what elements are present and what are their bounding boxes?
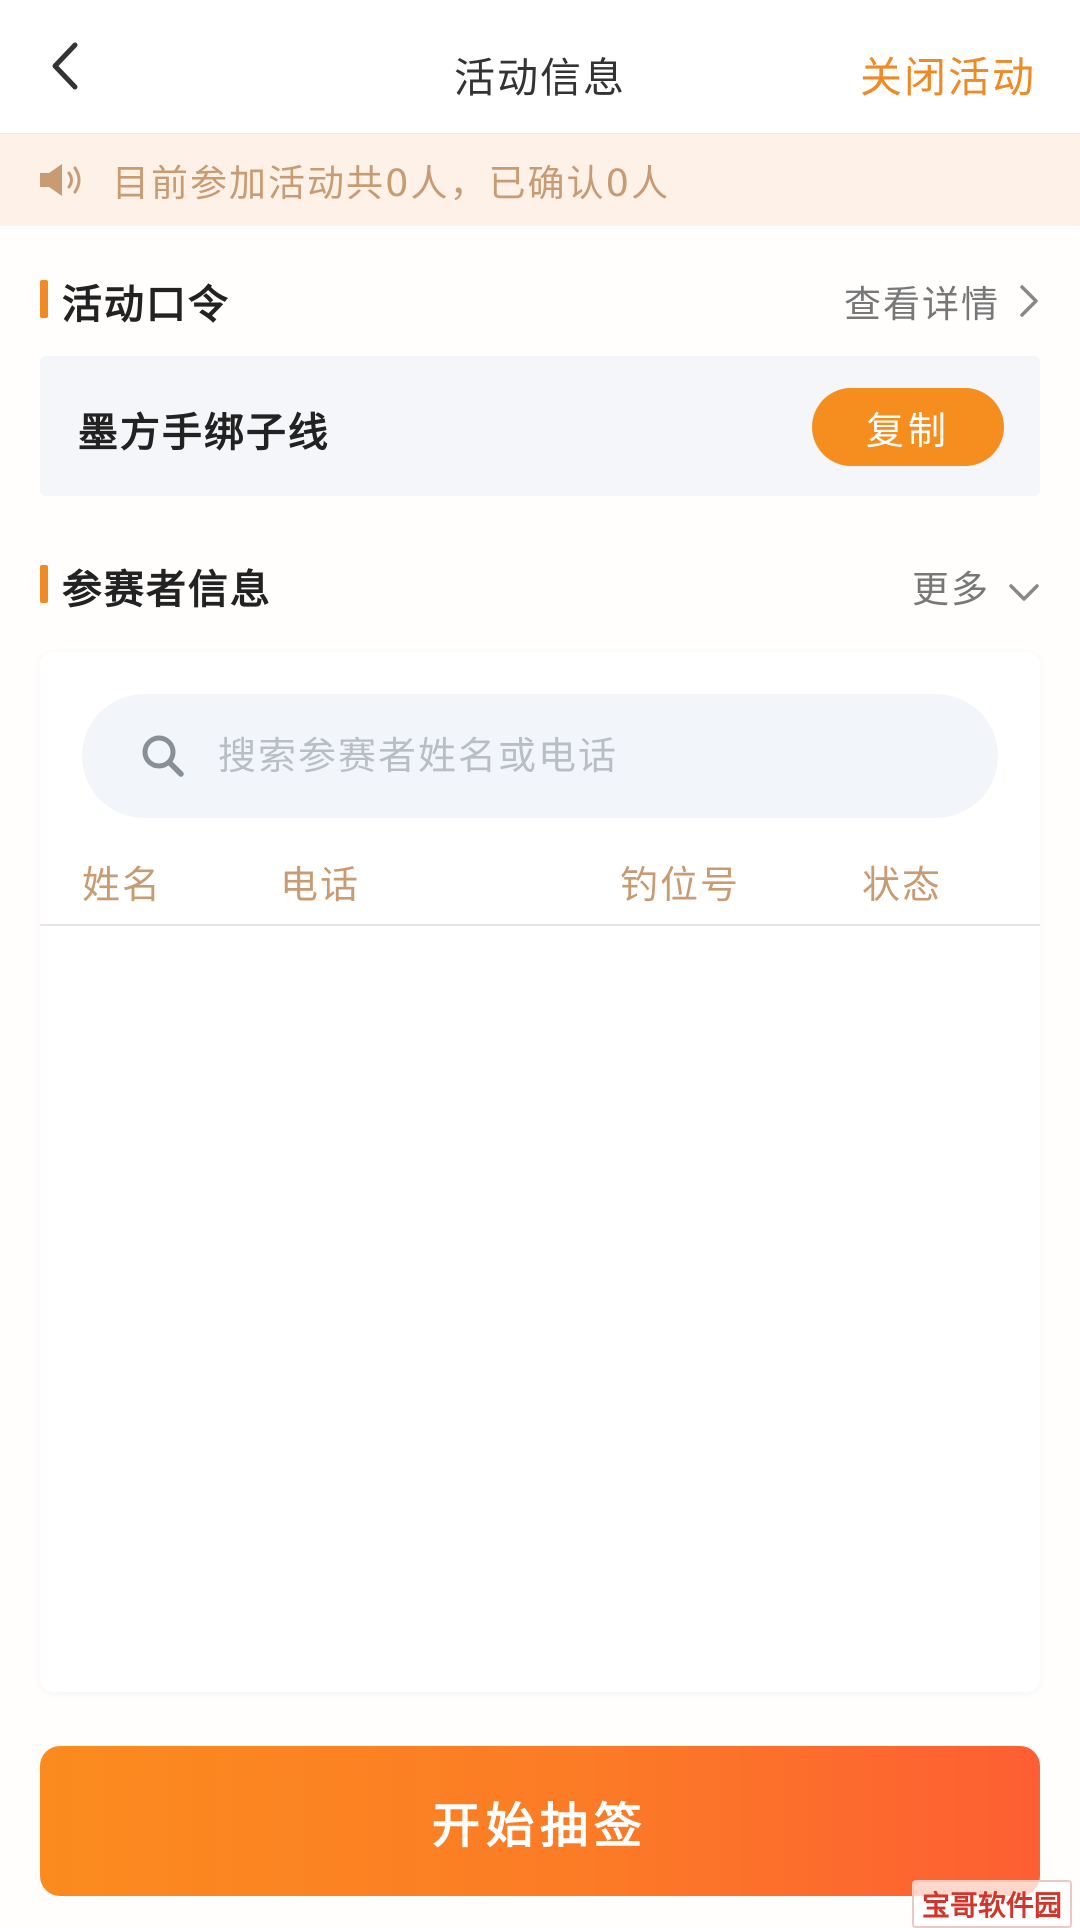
activity-code-header: 活动口令 查看详情 [40, 268, 1040, 328]
chevron-right-icon [1020, 285, 1038, 317]
top-nav-bar: 活动信息 关闭活动 [0, 0, 1080, 134]
close-activity-button[interactable]: 关闭活动 [860, 44, 1036, 105]
copy-button[interactable]: 复制 [812, 388, 1004, 466]
search-icon [140, 733, 186, 779]
start-draw-button[interactable]: 开始抽签 [40, 1746, 1040, 1896]
column-header-status: 状态 [862, 863, 943, 907]
column-header-seat-number: 钓位号 [620, 863, 741, 907]
section-accent-bar [40, 565, 48, 603]
section-title-participants: 参赛者信息 [62, 567, 272, 613]
activity-code-text: 墨方手绑子线 [78, 410, 330, 456]
column-header-phone: 电话 [280, 863, 361, 907]
participant-info-header: 参赛者信息 更多 [40, 553, 1040, 613]
chevron-down-icon [1009, 584, 1039, 601]
search-input[interactable] [216, 733, 980, 779]
view-details-link[interactable]: 查看详情 [844, 274, 1040, 328]
view-details-label: 查看详情 [844, 283, 1000, 326]
more-label: 更多 [912, 568, 990, 611]
more-toggle[interactable]: 更多 [912, 559, 1040, 613]
notice-bar: 目前参加活动共0人，已确认0人 [0, 134, 1080, 226]
column-header-name: 姓名 [82, 863, 163, 907]
activity-code-card: 墨方手绑子线 复制 [40, 356, 1040, 496]
section-accent-bar [40, 280, 48, 318]
speaker-icon [38, 160, 90, 200]
watermark-logo: 宝哥软件园 [911, 1880, 1072, 1928]
search-bar[interactable] [82, 694, 998, 818]
participant-table-header: 姓名 电话 钓位号 状态 [40, 844, 1040, 926]
section-title-activity-code: 活动口令 [62, 282, 230, 328]
participant-card: 姓名 电话 钓位号 状态 [40, 652, 1040, 1692]
notice-text: 目前参加活动共0人，已确认0人 [112, 162, 671, 205]
